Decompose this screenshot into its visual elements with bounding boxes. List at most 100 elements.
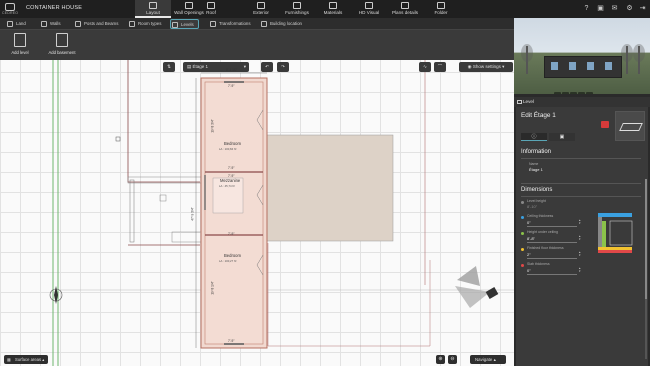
add-level-button[interactable]: Add level	[6, 32, 34, 60]
subtab-land[interactable]: Land	[6, 19, 26, 29]
dimension-label: 8'-1 1/2"	[226, 68, 238, 72]
stepper-icon[interactable]: ▴ ▾	[579, 235, 581, 241]
chevron-down-icon: ▾	[500, 64, 505, 69]
level-edit-panel: Edit Étage 1 ⓘ ▣ Information Name Étage …	[516, 107, 648, 366]
ceiling-thickness-field[interactable]: 0"	[527, 220, 531, 225]
location-icon	[261, 21, 267, 27]
zoom-out-button[interactable]: ⊖	[448, 355, 457, 364]
transform-icon	[210, 21, 216, 27]
tab-materials[interactable]: Materials	[315, 0, 351, 18]
zoom-out-icon[interactable]: −	[570, 92, 577, 94]
chevron-up-icon: ▴	[492, 357, 496, 362]
tree	[521, 44, 533, 74]
preview-controls: ↻+−◎⤢	[554, 84, 594, 94]
zoom-in-button[interactable]: ⊕	[436, 355, 445, 364]
room-area: LA : 100,84 ft²	[219, 147, 237, 151]
sofa-icon	[293, 2, 301, 9]
swap-view-button[interactable]: ⇅	[163, 62, 175, 72]
subtab-walls[interactable]: Walls	[40, 19, 61, 29]
slab-thickness-dot	[521, 264, 524, 267]
subtab-posts-and-beams[interactable]: Posts and Beams	[74, 19, 118, 29]
land-icon	[7, 21, 13, 27]
subtab-transformations[interactable]: Transformations	[209, 19, 251, 29]
exterior-icon	[257, 2, 265, 9]
help-icon[interactable]: ?	[582, 4, 591, 13]
exit-icon[interactable]: ⇥	[638, 4, 647, 13]
panel-scrollbar[interactable]	[645, 179, 647, 359]
slab-icon	[619, 123, 643, 131]
height-under-ceiling-field[interactable]: 8'-8"	[527, 236, 535, 241]
area-icon: ▦	[7, 357, 11, 362]
tab-hd-visual[interactable]: HD Visual	[351, 0, 387, 18]
finished-floor-field[interactable]: 2"	[527, 252, 531, 257]
delete-level-button[interactable]	[601, 121, 609, 128]
logo-mark-icon	[5, 3, 15, 11]
3d-preview[interactable]: ↻+−◎⤢	[514, 18, 650, 94]
level-height-dot	[521, 201, 524, 204]
account-icon[interactable]: ⚙	[625, 4, 634, 13]
add-basement-button[interactable]: Add basement	[44, 32, 80, 60]
subtab-room-types[interactable]: Room types	[128, 19, 161, 29]
image-icon: ▣	[559, 134, 565, 140]
edit-title: Edit Étage 1	[521, 112, 556, 119]
chevron-up-icon: ▴	[41, 357, 45, 362]
top-bar: CEDREO CONTAINER HOUSE Layout Wall Openi…	[0, 0, 650, 18]
subtab-building-location[interactable]: Building location	[260, 19, 302, 29]
room-area: LA : 45,74 ft²	[219, 184, 235, 188]
logo-brand: CEDREO	[2, 11, 19, 15]
zoom-in-icon[interactable]: +	[562, 92, 569, 94]
tab-folder[interactable]: Folder	[423, 0, 459, 18]
tab-roof[interactable]: Roof	[193, 0, 229, 18]
save-icon[interactable]: ▣	[596, 4, 605, 13]
name-field[interactable]: Étage 1	[529, 167, 543, 172]
undo-button[interactable]: ↶	[261, 62, 273, 72]
navigate-button[interactable]: Navigate ▴	[470, 355, 506, 364]
info-icon: ⓘ	[531, 134, 537, 140]
expand-icon[interactable]: ⤢	[586, 92, 593, 94]
tab-layout[interactable]: Layout	[135, 0, 171, 18]
camera-icon[interactable]: ◎	[578, 92, 585, 94]
panel-header: Level	[514, 97, 650, 107]
tree	[633, 44, 645, 74]
measure-button[interactable]: ⌒	[434, 62, 446, 72]
magnet-button[interactable]: ∿	[419, 62, 431, 72]
floor-plan-drawing	[49, 60, 514, 366]
roof-icon	[207, 2, 215, 9]
tab-appearance[interactable]: ▣	[549, 133, 575, 141]
app-logo[interactable]: CEDREO	[2, 3, 22, 15]
show-settings-button[interactable]: ◉ Show settings ▾	[459, 62, 513, 72]
stepper-icon[interactable]: ▴ ▾	[579, 219, 581, 225]
stepper-icon[interactable]: ▴ ▾	[579, 251, 581, 257]
levels-icon	[172, 22, 178, 28]
level-icon	[517, 100, 522, 104]
stepper-icon[interactable]: ▴ ▾	[579, 267, 581, 273]
rotate-icon[interactable]: ↻	[554, 92, 561, 94]
right-panel: ↻+−◎⤢ Level Edit Étage 1 ⓘ ▣ Information…	[514, 18, 650, 366]
dimension-label: 47'-9 3/4"	[190, 207, 195, 221]
slab-thickness-field[interactable]: 0"	[527, 268, 531, 273]
posts-icon	[75, 21, 81, 27]
door-icon	[185, 2, 193, 9]
section-dimensions: Dimensions	[521, 187, 553, 193]
mail-icon[interactable]: ✉	[610, 4, 619, 13]
surface-areas-button[interactable]: ▦ Surface areas ▴	[4, 355, 49, 364]
redo-button[interactable]: ↷	[277, 62, 289, 72]
dimension-label: 7'-9"	[228, 339, 235, 343]
plan-canvas[interactable]: ⇅ ▤ Étage 1 ▾ ↶ ↷ ∿ ⌒ ◉ Show settings ▾ …	[0, 60, 514, 366]
project-title: CONTAINER HOUSE	[26, 5, 83, 11]
level-select[interactable]: ▤ Étage 1 ▾	[183, 62, 249, 72]
tab-plans-details[interactable]: Plans details	[387, 0, 423, 18]
tab-exterior[interactable]: Exterior	[243, 0, 279, 18]
room-name: Bedroom	[224, 253, 241, 258]
dimension-label: 19'-8 1/4"	[210, 281, 215, 295]
tab-furnishings[interactable]: Furnishings	[279, 0, 315, 18]
app-window: CEDREO CONTAINER HOUSE Layout Wall Openi…	[0, 0, 650, 366]
dimension-label: 7'-9"	[228, 166, 235, 170]
tab-info[interactable]: ⓘ	[521, 133, 547, 141]
room-name: Bedroom	[224, 141, 241, 146]
finished-floor-dot	[521, 248, 524, 251]
folder-icon	[437, 2, 445, 9]
subtab-levels[interactable]: Levels	[170, 19, 199, 29]
level-section-diagram	[598, 213, 633, 253]
height-under-ceiling-dot	[521, 232, 524, 235]
